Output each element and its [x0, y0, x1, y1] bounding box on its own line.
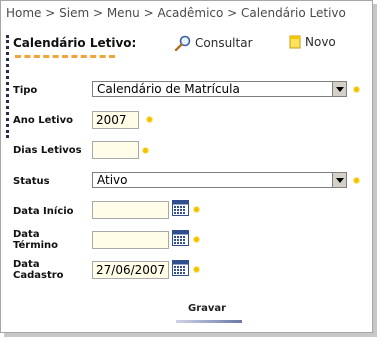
calendar-icon[interactable]: [172, 230, 189, 246]
tipo-select[interactable]: Calendário de Matrícula: [92, 81, 347, 97]
data-inicio-label: Data Início: [13, 206, 74, 217]
required-bullet-icon: [354, 178, 359, 183]
required-bullet-icon: [194, 207, 199, 212]
novo-label: Novo: [305, 35, 336, 49]
data-termino-label-line2: Término: [13, 240, 59, 251]
status-selected-value: Ativo: [97, 173, 128, 187]
required-bullet-icon: [354, 87, 359, 92]
tipo-selected-value: Calendário de Matrícula: [97, 82, 240, 96]
data-termino-label-line1: Data: [13, 229, 40, 240]
window-frame: Home > Siem > Menu > Acadêmico > Calendá…: [0, 0, 373, 333]
required-bullet-icon: [194, 237, 199, 242]
dias-letivos-input[interactable]: [92, 141, 139, 159]
data-inicio-input[interactable]: [92, 201, 169, 219]
novo-button[interactable]: Novo: [289, 35, 336, 49]
calendar-icon[interactable]: [172, 200, 189, 216]
dropdown-arrow-icon[interactable]: [332, 173, 346, 187]
data-cadastro-label-line2: Cadastro: [13, 270, 64, 281]
magnifier-icon: [174, 35, 191, 51]
section-divider: [6, 35, 9, 138]
page-title: Calendário Letivo:: [13, 36, 137, 50]
status-label: Status: [13, 176, 50, 187]
required-bullet-icon: [194, 267, 199, 272]
status-select[interactable]: Ativo: [92, 172, 347, 188]
data-termino-input[interactable]: [92, 231, 169, 249]
breadcrumb: Home > Siem > Menu > Acadêmico > Calendá…: [6, 6, 346, 20]
required-bullet-icon: [147, 117, 152, 122]
data-termino-label: Data Término: [13, 229, 58, 251]
dias-letivos-label: Dias Letivos: [13, 145, 82, 156]
gravar-underline: [176, 320, 242, 323]
dropdown-arrow-icon[interactable]: [332, 82, 346, 96]
data-cadastro-input[interactable]: 27/06/2007: [92, 261, 169, 279]
gravar-button[interactable]: Gravar: [188, 303, 226, 314]
consultar-label: Consultar: [195, 36, 253, 50]
data-cadastro-label-line1: Data: [13, 259, 40, 270]
ano-letivo-input[interactable]: 2007: [92, 111, 139, 129]
consultar-button[interactable]: Consultar: [174, 35, 253, 51]
data-cadastro-label: Data Cadastro: [13, 259, 64, 281]
new-document-icon: [289, 35, 301, 49]
calendar-icon[interactable]: [172, 260, 189, 276]
tipo-label: Tipo: [13, 85, 38, 96]
ano-letivo-label: Ano Letivo: [13, 115, 73, 126]
required-bullet-icon: [143, 148, 148, 153]
title-underline: [15, 55, 115, 58]
